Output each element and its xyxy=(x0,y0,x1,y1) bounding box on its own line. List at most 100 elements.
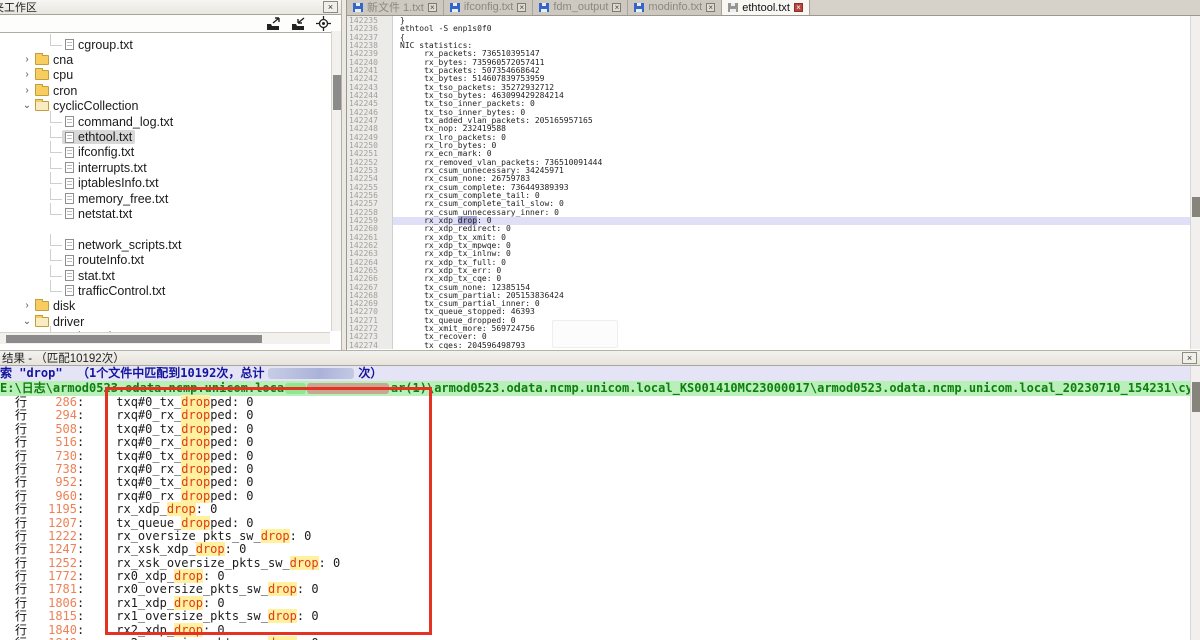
search-summary-row[interactable]: 索 "drop" （1个文件中匹配到10192次，总计 次） xyxy=(0,366,1200,381)
row-label: 行 xyxy=(15,436,27,449)
row-label: 行 xyxy=(15,409,27,422)
code-line: rx_xdp_tx_inlnw: 0 xyxy=(400,250,1200,258)
search-result-row[interactable]: 行1806:rx1_xdp_drop: 0 xyxy=(0,597,1200,610)
result-text: tx_queue_dropped: 0 xyxy=(116,517,253,530)
file-icon xyxy=(65,255,74,266)
tree-connector xyxy=(50,141,62,153)
tree-item-label: memory_free.txt xyxy=(78,192,168,206)
tree-item-label: command_log.txt xyxy=(78,115,173,129)
row-label: 行 xyxy=(15,557,27,570)
editor-vertical-scrollbar[interactable] xyxy=(1190,16,1200,349)
search-result-row[interactable]: 行294:rxq#0_rx_dropped: 0 xyxy=(0,409,1200,422)
tree-item-cron[interactable]: ›cron xyxy=(0,83,341,98)
tree-item-trafficcontrol-txt[interactable]: trafficControl.txt xyxy=(0,283,341,298)
colon: : xyxy=(77,409,84,422)
colon: : xyxy=(77,557,84,570)
chevron-down-icon[interactable]: ⌄ xyxy=(22,101,32,111)
tab-modinfo-txt[interactable]: modinfo.txt× xyxy=(628,0,722,15)
tab-close-icon[interactable]: × xyxy=(706,3,715,12)
search-result-row[interactable]: 行508:txq#0_tx_dropped: 0 xyxy=(0,423,1200,436)
tree-item-label: netstat.txt xyxy=(78,207,132,221)
tree-item-disk[interactable]: ›disk xyxy=(0,299,341,314)
search-result-row[interactable]: 行1815:rx1_oversize_pkts_sw_drop: 0 xyxy=(0,610,1200,623)
code-line: rx_lro_bytes: 0 xyxy=(400,142,1200,150)
tree-item-inner: ifconfig.txt xyxy=(62,145,137,159)
tree-item-cna[interactable]: ›cna xyxy=(0,52,341,67)
result-file-path-row[interactable]: E:\日志\armod0523.odata.ncmp.unicom.loca a… xyxy=(0,381,1200,396)
tab-ifconfig-txt[interactable]: ifconfig.txt× xyxy=(444,0,534,15)
search-result-row[interactable]: 行738:rxq#0_rx_dropped: 0 xyxy=(0,463,1200,476)
folder-icon xyxy=(35,301,49,311)
result-line-number: 730 xyxy=(27,450,77,463)
tree-vertical-scrollbar[interactable] xyxy=(331,31,341,331)
tab-close-icon[interactable]: × xyxy=(612,3,621,12)
tree-item-inner: memory_free.txt xyxy=(62,192,171,206)
chevron-right-icon[interactable]: › xyxy=(22,70,32,80)
locate-file-icon[interactable] xyxy=(316,16,331,31)
workspace-panel: 夹工作区 × cgroup.txt›cna›cpu›cron⌄cyclicCol… xyxy=(0,0,342,350)
tab-close-icon[interactable]: × xyxy=(794,3,803,12)
match-token: drop xyxy=(181,422,210,436)
tree-connector xyxy=(50,157,62,169)
code-line: ethtool -S enp1s0f0 xyxy=(400,25,1200,33)
chevron-right-icon[interactable]: › xyxy=(22,86,32,96)
results-title: 结果 - （匹配10192次） xyxy=(2,350,125,366)
tab-fdm-output[interactable]: fdm_output× xyxy=(533,0,628,15)
tree-item-label: iptablesInfo.txt xyxy=(78,176,159,190)
row-label: 行 xyxy=(15,570,27,583)
result-text: rx0_oversize_pkts_sw_drop: 0 xyxy=(116,583,318,596)
search-result-row[interactable]: 行960:rxq#0_rx_dropped: 0 xyxy=(0,490,1200,503)
search-result-row[interactable]: 行1840:rx2_xdp_drop: 0 xyxy=(0,624,1200,637)
result-text: rxq#0_rx_dropped: 0 xyxy=(116,409,253,422)
search-result-row[interactable]: 行730:txq#0_tx_dropped: 0 xyxy=(0,450,1200,463)
result-text: rx_xsk_xdp_drop: 0 xyxy=(116,543,246,556)
scrollbar-thumb[interactable] xyxy=(1192,382,1200,412)
search-result-row[interactable]: 行1222:rx_oversize_pkts_sw_drop: 0 xyxy=(0,530,1200,543)
tree-item-inner: command_log.txt xyxy=(62,115,176,129)
search-result-row[interactable]: 行516:rxq#0_rx_dropped: 0 xyxy=(0,436,1200,449)
folder-icon xyxy=(35,86,49,96)
search-result-row[interactable]: 行1207:tx_queue_dropped: 0 xyxy=(0,517,1200,530)
expand-all-icon[interactable] xyxy=(266,17,281,31)
collapse-all-icon[interactable] xyxy=(291,17,306,31)
chevron-down-icon[interactable]: ⌄ xyxy=(22,317,32,327)
file-icon xyxy=(65,132,74,143)
editor-panel: 新文件 1.txt×ifconfig.txt×fdm_output×modinf… xyxy=(346,0,1200,350)
search-result-row[interactable]: 行1195:rx_xdp_drop: 0 xyxy=(0,503,1200,516)
result-line-number: 1222 xyxy=(27,530,77,543)
close-icon[interactable]: × xyxy=(1182,352,1197,364)
code-line: rx_csum_unnecessary_inner: 0 xyxy=(400,209,1200,217)
match-token: drop xyxy=(261,529,290,543)
tree-item-label: cgroup.txt xyxy=(78,38,133,52)
tab-close-icon[interactable]: × xyxy=(428,3,437,12)
tab--1-txt[interactable]: 新文件 1.txt× xyxy=(347,0,444,15)
close-icon[interactable]: × xyxy=(323,1,338,13)
result-line-number: 508 xyxy=(27,423,77,436)
search-result-row[interactable]: 行1247:rx_xsk_xdp_drop: 0 xyxy=(0,543,1200,556)
code-area[interactable]: }ethtool -S enp1s0f0{NIC statistics: rx_… xyxy=(393,16,1200,349)
tab-close-icon[interactable]: × xyxy=(517,3,526,12)
search-result-row[interactable]: 行1781:rx0_oversize_pkts_sw_drop: 0 xyxy=(0,583,1200,596)
result-line-number: 952 xyxy=(27,476,77,489)
result-text: rx1_oversize_pkts_sw_drop: 0 xyxy=(116,610,318,623)
chevron-right-icon[interactable]: › xyxy=(22,55,32,65)
chevron-right-icon[interactable]: › xyxy=(22,301,32,311)
tree-connector xyxy=(50,126,62,138)
search-result-row[interactable]: 行952:txq#0_tx_dropped: 0 xyxy=(0,476,1200,489)
search-result-row[interactable]: 行1252:rx_xsk_oversize_pkts_sw_drop: 0 xyxy=(0,557,1200,570)
scrollbar-thumb[interactable] xyxy=(333,75,341,110)
tree-horizontal-scrollbar[interactable] xyxy=(0,332,330,344)
floppy-icon xyxy=(728,3,738,12)
colon: : xyxy=(77,597,84,610)
search-result-row[interactable]: 行1772:rx0_xdp_drop: 0 xyxy=(0,570,1200,583)
search-result-row[interactable]: 行286:txq#0_tx_dropped: 0 xyxy=(0,396,1200,409)
editor-body[interactable]: 1422351422361422371422381422391422401422… xyxy=(347,16,1200,349)
scrollbar-thumb[interactable] xyxy=(1192,197,1200,217)
tree-item-cpu[interactable]: ›cpu xyxy=(0,68,341,83)
tree-item-cgroup-txt[interactable]: cgroup.txt xyxy=(0,37,341,52)
results-vertical-scrollbar[interactable] xyxy=(1190,366,1200,640)
tree-item-netstat-txt[interactable]: netstat.txt xyxy=(0,206,341,221)
tab-ethtool-txt[interactable]: ethtool.txt× xyxy=(722,0,810,15)
colon: : xyxy=(77,624,84,637)
scrollbar-thumb[interactable] xyxy=(6,335,262,343)
